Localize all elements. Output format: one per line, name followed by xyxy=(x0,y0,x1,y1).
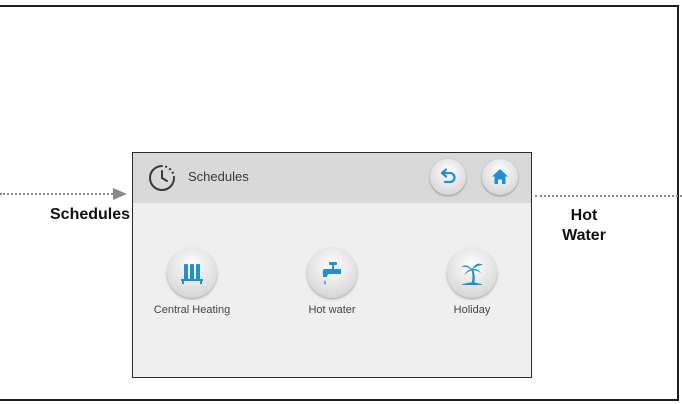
holiday-label: Holiday xyxy=(453,304,491,316)
central-heating-tile[interactable]: Central Heating xyxy=(137,248,247,316)
annotation-schedules: Schedules xyxy=(50,206,131,223)
device-screen: Schedules Central Heating Hot water Holi… xyxy=(132,152,532,378)
holiday-button[interactable] xyxy=(447,248,497,298)
flow-arrow-head xyxy=(113,188,127,200)
hot-water-label: Hot water xyxy=(308,304,356,316)
clock-schedule-icon xyxy=(149,165,175,191)
central-heating-button[interactable] xyxy=(167,248,217,298)
radiator-icon xyxy=(181,264,203,284)
annotation-hot-water: Hot Water xyxy=(545,206,623,246)
screen-title: Schedules xyxy=(188,169,249,184)
back-button[interactable] xyxy=(430,159,466,195)
hot-water-button[interactable] xyxy=(307,248,357,298)
tap-icon xyxy=(322,262,341,285)
holiday-tile[interactable]: Holiday xyxy=(417,248,527,316)
flow-connector-right xyxy=(535,195,682,197)
flow-connector-left xyxy=(0,193,113,195)
screen-header: Schedules xyxy=(133,153,531,203)
home-icon xyxy=(492,169,508,184)
annotation-hot-water-line2: Water xyxy=(562,227,606,244)
home-button[interactable] xyxy=(482,159,518,195)
annotation-hot-water-line1: Hot xyxy=(570,207,598,224)
hot-water-tile[interactable]: Hot water xyxy=(277,248,387,316)
palm-tree-icon xyxy=(461,263,483,285)
central-heating-label: Central Heating xyxy=(153,304,231,316)
back-arrow-icon xyxy=(440,168,456,184)
